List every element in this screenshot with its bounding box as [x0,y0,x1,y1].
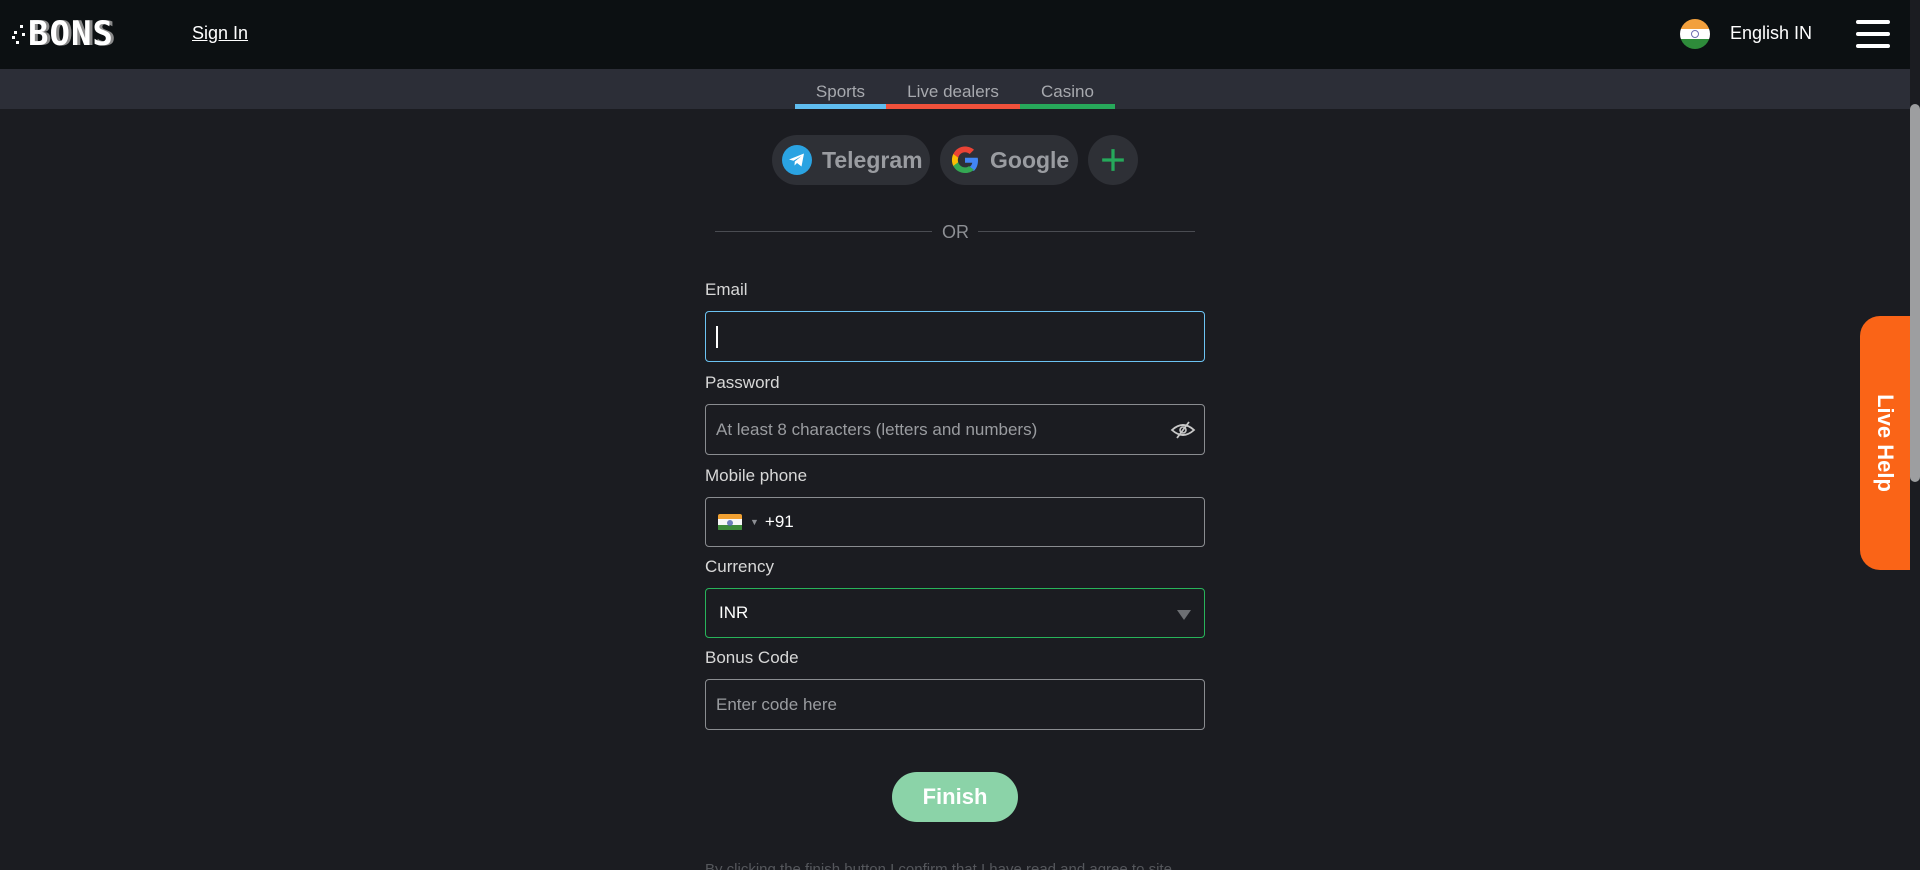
currency-value: INR [719,603,749,622]
email-field-wrapper [705,311,1205,362]
bonus-code-label: Bonus Code [705,648,799,667]
phone-label: Mobile phone [705,466,808,485]
email-label: Email [705,280,748,299]
sign-in-link[interactable]: Sign In [192,23,248,44]
logo-text: BONS [28,14,114,54]
bonus-code-field-wrapper [705,679,1205,730]
divider-line-left [715,231,932,232]
india-flag-icon[interactable] [1680,19,1710,49]
bonus-code-input[interactable] [706,680,1204,729]
tab-underline [886,104,1020,109]
category-tabs: Sports Live dealers Casino [0,69,1910,109]
google-label: Google [990,146,1070,173]
telegram-label: Telegram [822,146,923,173]
google-login-button[interactable]: Google [940,135,1078,185]
or-divider-text: OR [942,222,969,242]
language-selector[interactable]: English IN [1730,23,1812,44]
menu-icon[interactable] [1856,20,1890,48]
currency-select[interactable]: INR [705,588,1205,638]
top-header: BONS Sign In English IN [0,0,1910,69]
live-help-button[interactable]: Live Help [1860,316,1910,570]
divider-line-right [978,231,1195,232]
password-field-wrapper [705,404,1205,455]
tab-live-dealers[interactable]: Live dealers [886,69,1020,109]
eye-slash-icon[interactable] [1170,420,1196,440]
text-cursor [716,326,718,348]
google-icon [951,146,978,173]
tab-casino[interactable]: Casino [1020,69,1115,109]
finish-button[interactable]: Finish [892,772,1018,822]
password-input[interactable] [706,405,1204,454]
plus-icon [1102,149,1124,171]
phone-field-wrapper: ▼ +91 [705,497,1205,547]
terms-disclaimer: By clicking the finish button I confirm … [705,861,1172,870]
logo[interactable]: BONS [12,17,114,51]
telegram-icon [782,145,812,175]
logo-dots-icon [12,21,26,47]
tab-label: Casino [1041,82,1094,101]
tab-underline [795,104,886,109]
tab-underline [1020,104,1115,109]
tab-label: Sports [815,82,866,101]
country-dropdown-icon[interactable]: ▼ [750,517,759,527]
tab-label: Live dealers [907,82,999,101]
password-label: Password [705,373,780,392]
tab-sports[interactable]: Sports [795,69,886,109]
telegram-login-button[interactable]: Telegram [772,135,930,185]
email-input[interactable] [706,312,1204,361]
scrollbar-thumb[interactable] [1910,104,1920,482]
india-flag-icon[interactable] [718,513,742,531]
more-login-options-button[interactable] [1088,135,1138,185]
phone-input[interactable]: +91 [765,512,794,532]
chevron-down-icon [1177,610,1191,620]
currency-label: Currency [705,557,774,576]
live-help-label: Live Help [1873,394,1898,492]
